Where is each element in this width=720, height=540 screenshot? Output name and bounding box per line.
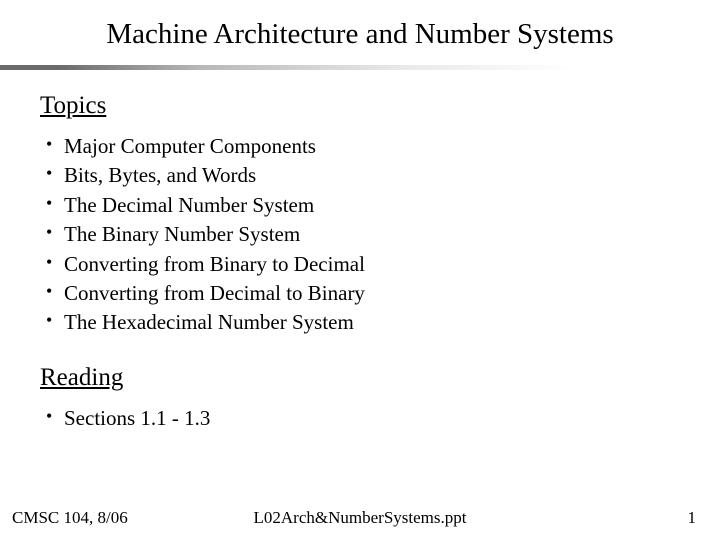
list-item: The Binary Number System — [40, 220, 680, 249]
footer-left: CMSC 104, 8/06 — [12, 508, 128, 528]
divider-line — [0, 65, 720, 70]
footer-right: 1 — [688, 508, 697, 528]
list-item: Major Computer Components — [40, 132, 680, 161]
list-item: Sections 1.1 - 1.3 — [40, 404, 680, 433]
topics-heading: Topics — [40, 92, 680, 120]
list-item: The Hexadecimal Number System — [40, 308, 680, 337]
slide: Machine Architecture and Number Systems … — [0, 0, 720, 540]
reading-list: Sections 1.1 - 1.3 — [40, 404, 680, 433]
list-item: Converting from Decimal to Binary — [40, 279, 680, 308]
list-item: The Decimal Number System — [40, 191, 680, 220]
footer-center: L02Arch&NumberSystems.ppt — [254, 508, 467, 528]
reading-heading: Reading — [40, 364, 680, 392]
list-item: Converting from Binary to Decimal — [40, 250, 680, 279]
slide-title: Machine Architecture and Number Systems — [40, 18, 680, 51]
list-item: Bits, Bytes, and Words — [40, 161, 680, 190]
topics-list: Major Computer Components Bits, Bytes, a… — [40, 132, 680, 338]
footer: CMSC 104, 8/06 L02Arch&NumberSystems.ppt… — [0, 508, 720, 528]
